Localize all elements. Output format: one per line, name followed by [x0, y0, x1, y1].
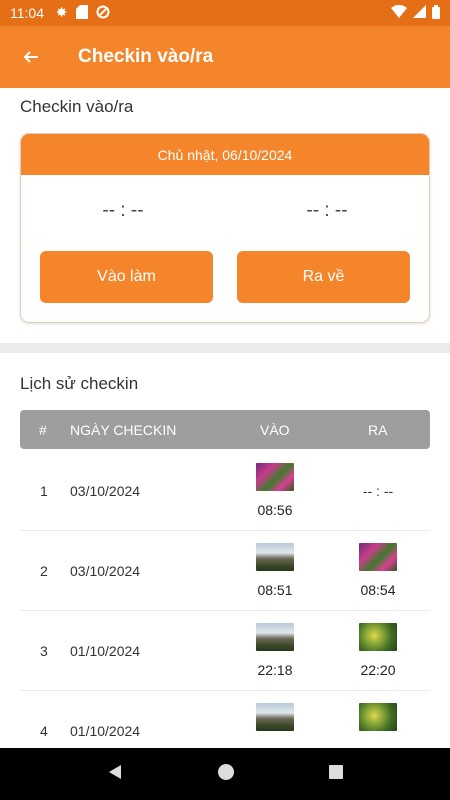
checkin-photo[interactable]: [256, 703, 294, 731]
nav-back-button[interactable]: [106, 763, 124, 786]
col-index-header: #: [39, 422, 47, 438]
checkin-in-cell: [245, 703, 305, 742]
checkin-out-time: -- : --: [362, 483, 394, 499]
current-date: Chủ nhật, 06/10/2024: [21, 134, 429, 175]
arrow-left-icon: [23, 51, 38, 63]
status-bar: 11:04: [0, 0, 450, 26]
status-time: 11:04: [10, 5, 44, 21]
checkin-out-time: 08:54: [360, 582, 396, 598]
checkin-in-time: 22:18: [257, 662, 293, 678]
table-row[interactable]: 3 01/10/2024 22:18 22:20: [20, 611, 430, 691]
wifi-icon: [391, 4, 407, 21]
time-out-value: -- : --: [306, 200, 348, 221]
system-nav-bar: [0, 748, 450, 800]
checkout-photo[interactable]: [359, 623, 397, 651]
circle-home-icon: [217, 763, 234, 780]
history-section-title: Lịch sử checkin: [20, 374, 139, 393]
checkin-out-cell: 22:20: [348, 623, 408, 678]
check-in-button[interactable]: Vào làm: [40, 251, 213, 303]
checkin-in-cell: 08:51: [245, 543, 305, 598]
checkin-photo[interactable]: [256, 463, 294, 491]
row-date: 03/10/2024: [70, 563, 141, 579]
row-date: 01/10/2024: [70, 643, 141, 659]
sd-card-icon: [76, 4, 88, 22]
nav-recents-button[interactable]: [328, 764, 344, 785]
back-button[interactable]: [0, 26, 62, 88]
checkout-photo[interactable]: [359, 543, 397, 571]
table-row[interactable]: 4 01/10/2024: [20, 691, 430, 748]
checkin-in-cell: 22:18: [245, 623, 305, 678]
checkin-photo[interactable]: [256, 623, 294, 651]
checkin-section-title: Checkin vào/ra: [20, 97, 134, 116]
nav-home-button[interactable]: [217, 763, 235, 786]
checkin-photo[interactable]: [256, 543, 294, 571]
col-in-header: VÀO: [260, 422, 290, 438]
checkin-out-cell: [348, 703, 408, 742]
page-title: Checkin vào/ra: [78, 46, 214, 67]
checkin-out-cell: 08:54: [348, 543, 408, 598]
triangle-back-icon: [109, 764, 122, 779]
signal-icon: [413, 5, 426, 21]
checkin-in-cell: 08:56: [245, 463, 305, 518]
checkin-in-time: 08:56: [257, 502, 293, 518]
history-list[interactable]: 1 03/10/2024 08:56 -- : -- 2 03/10/2024 …: [20, 451, 430, 748]
checkin-out-time: 22:20: [360, 662, 396, 678]
col-out-header: RA: [368, 422, 388, 438]
row-index: 1: [40, 483, 48, 499]
app-bar: Checkin vào/ra: [0, 26, 450, 88]
table-row[interactable]: 1 03/10/2024 08:56 -- : --: [20, 451, 430, 531]
row-index: 2: [40, 563, 48, 579]
checkout-photo[interactable]: [359, 703, 397, 731]
row-index: 4: [40, 723, 48, 739]
table-row[interactable]: 2 03/10/2024 08:51 08:54: [20, 531, 430, 611]
col-date-header: NGÀY CHECKIN: [70, 422, 177, 438]
checkin-card: Chủ nhật, 06/10/2024 -- : -- -- : -- Vào…: [20, 133, 430, 323]
row-index: 3: [40, 643, 48, 659]
battery-icon: [432, 4, 440, 22]
settings-gear-icon: [54, 5, 68, 22]
time-in-value: -- : --: [102, 200, 144, 221]
square-recents-icon: [328, 764, 343, 779]
check-out-button[interactable]: Ra về: [237, 251, 410, 303]
row-date: 03/10/2024: [70, 483, 141, 499]
data-saver-icon: [96, 5, 110, 22]
checkin-in-time: 08:51: [257, 582, 293, 598]
section-divider: [0, 343, 450, 353]
history-table-header: # NGÀY CHECKIN VÀO RA: [20, 410, 430, 449]
row-date: 01/10/2024: [70, 723, 141, 739]
